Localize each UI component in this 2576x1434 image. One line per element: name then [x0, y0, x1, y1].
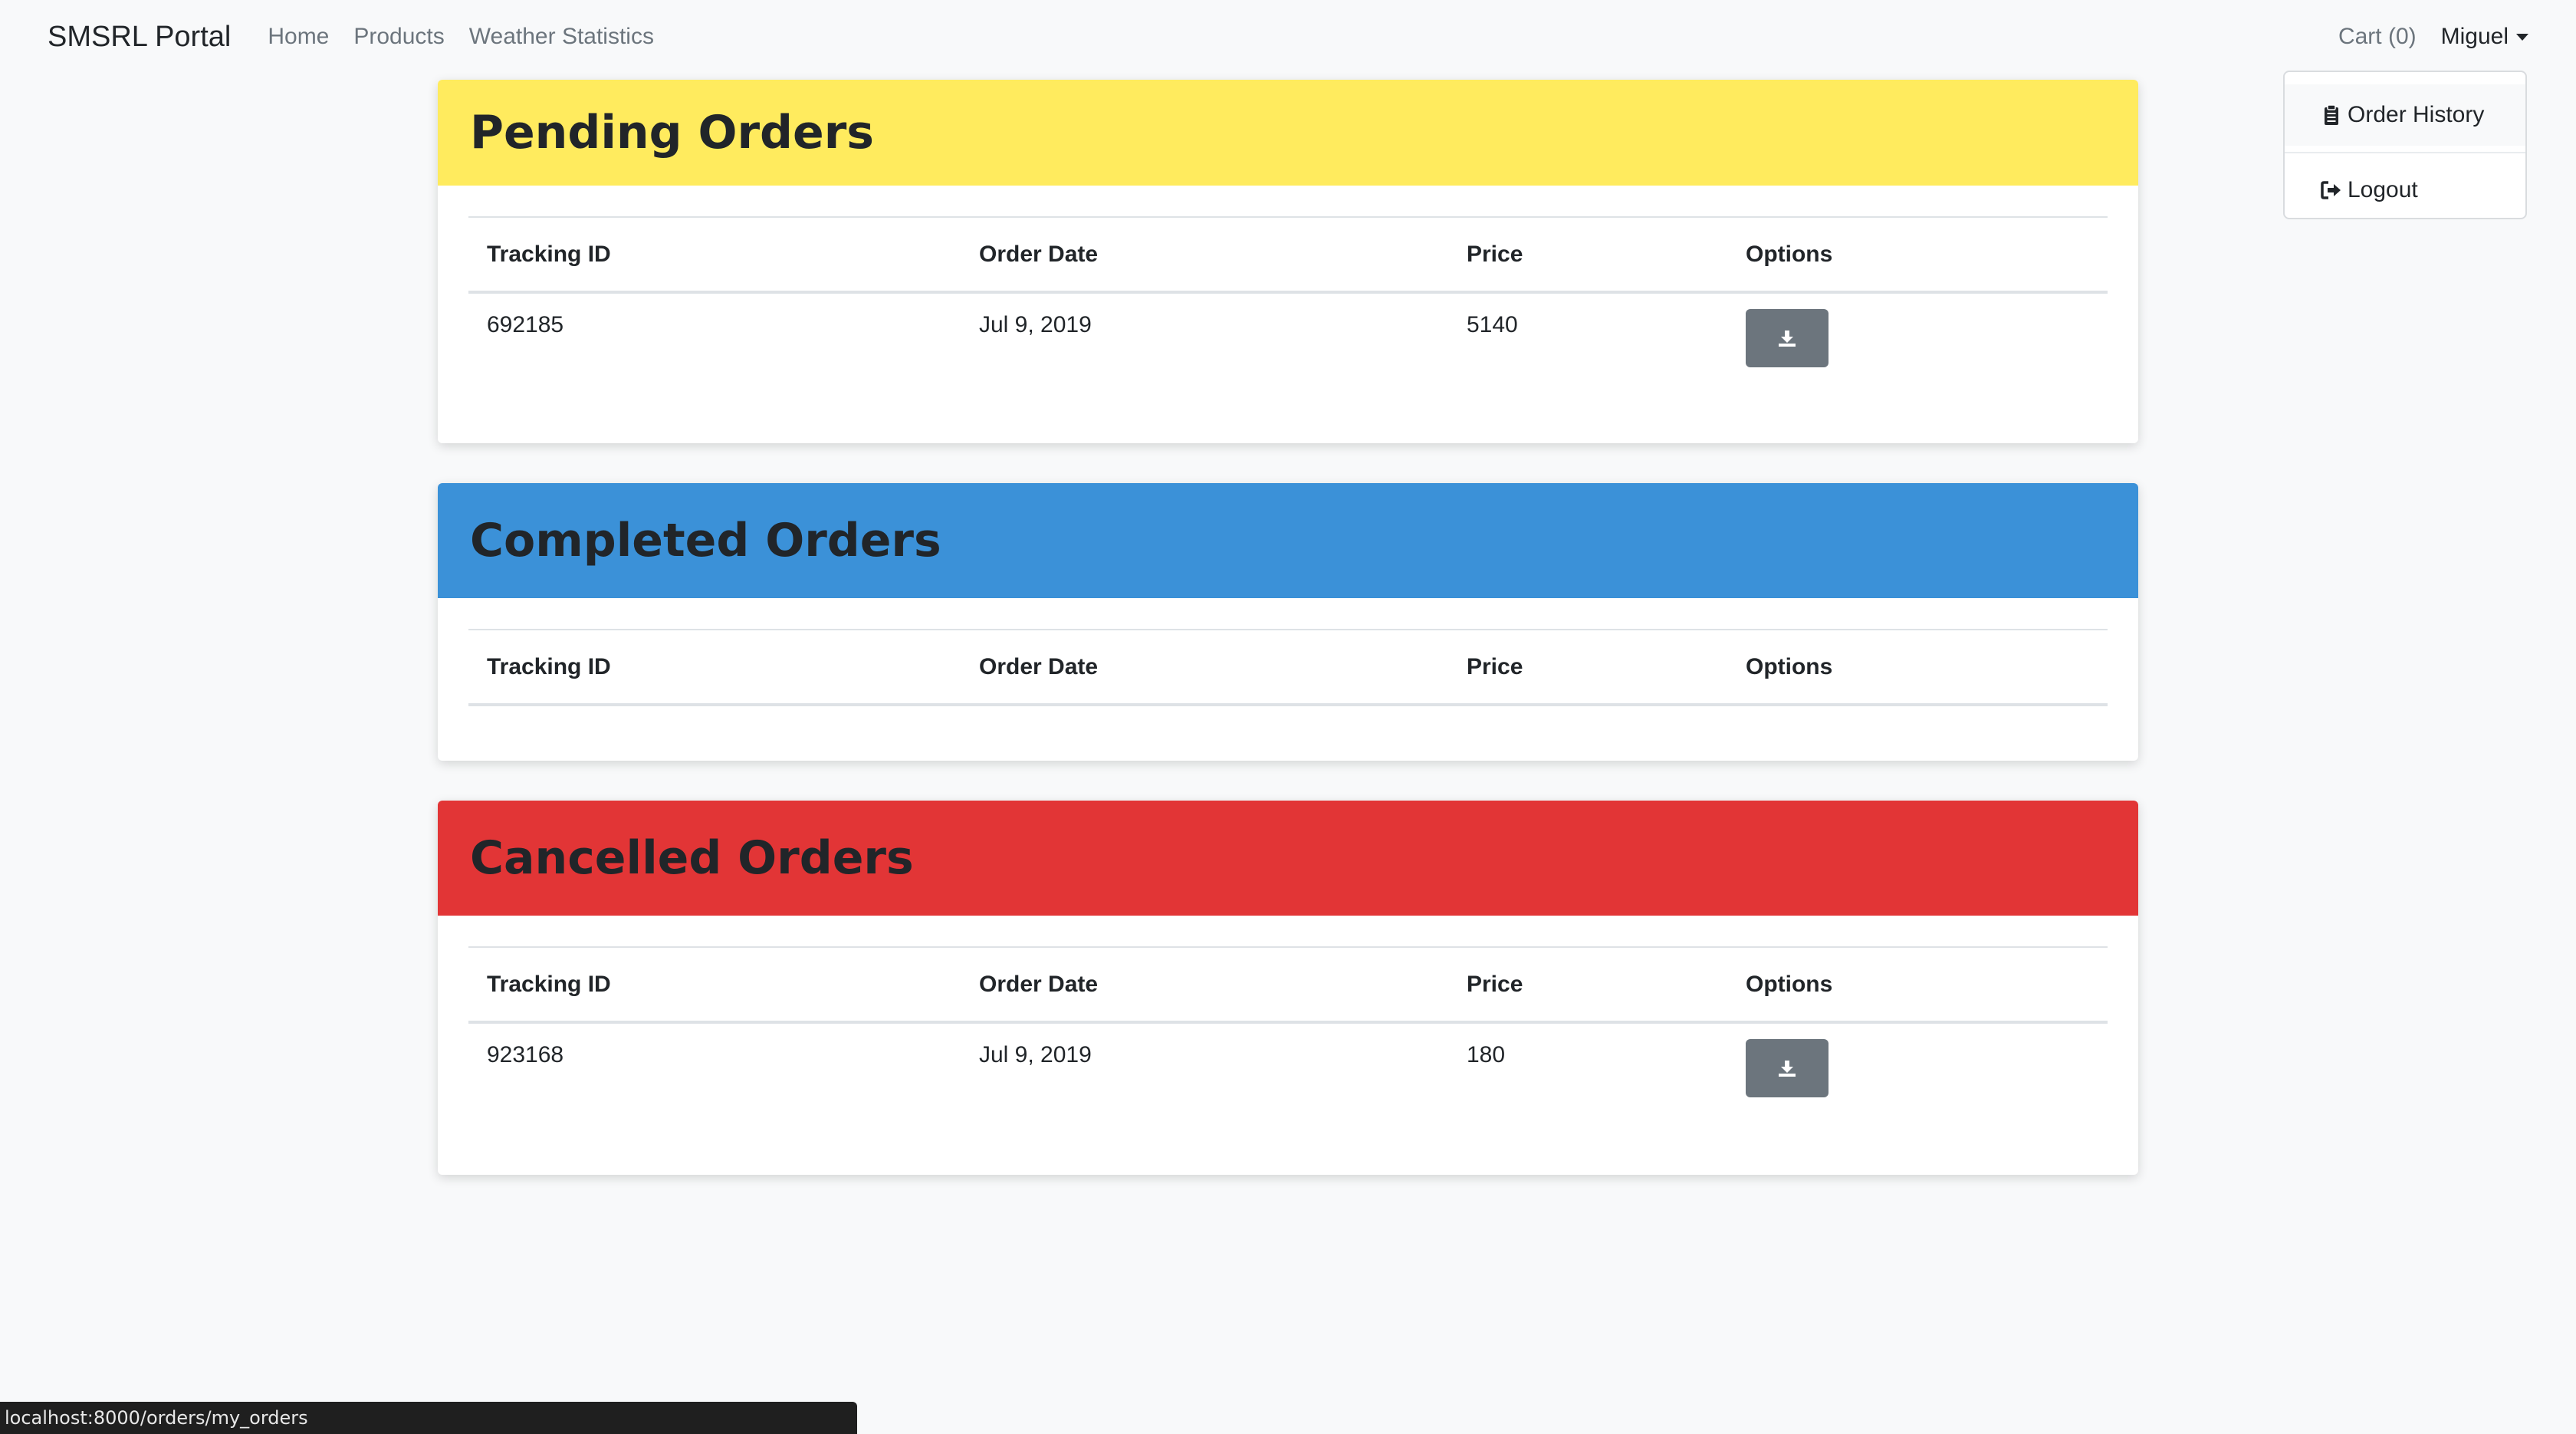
- order-date-cell: Jul 9, 2019: [979, 1042, 1092, 1067]
- column-header: Price: [1448, 216, 1727, 294]
- nav-link-home[interactable]: Home: [268, 24, 329, 50]
- card-body: Tracking ID Order Date Price Options: [438, 598, 2138, 706]
- completed-orders-card: Completed Orders Tracking ID Order Date …: [438, 483, 2138, 761]
- caret-down-icon: [2516, 33, 2528, 41]
- dropdown-item-order-history[interactable]: Order History: [2285, 84, 2525, 146]
- orders-table: Tracking ID Order Date Price Options 923…: [468, 946, 2108, 1097]
- table-row: 692185 Jul 9, 2019 5140: [468, 292, 2108, 367]
- column-header: Order Date: [961, 216, 1448, 294]
- card-header: Completed Orders: [438, 483, 2138, 598]
- clipboard-icon: [2320, 104, 2343, 127]
- column-header: Tracking ID: [468, 629, 961, 706]
- table-header-row: Tracking ID Order Date Price Options: [468, 216, 2108, 294]
- brand-link[interactable]: SMSRL Portal: [48, 21, 231, 54]
- download-button[interactable]: [1746, 309, 1829, 367]
- column-header: Options: [1727, 216, 2108, 294]
- card-body: Tracking ID Order Date Price Options 692…: [438, 186, 2138, 367]
- column-header: Price: [1448, 629, 1727, 706]
- dropdown-item-logout[interactable]: Logout: [2285, 160, 2525, 221]
- tracking-id-cell: 692185: [487, 312, 564, 337]
- table-row: 923168 Jul 9, 2019 180: [468, 1022, 2108, 1097]
- download-icon: [1779, 1061, 1796, 1077]
- table-header-row: Tracking ID Order Date Price Options: [468, 629, 2108, 706]
- column-header: Tracking ID: [468, 216, 961, 294]
- user-name: Miguel: [2440, 24, 2509, 49]
- download-button[interactable]: [1746, 1039, 1829, 1097]
- cart-link[interactable]: Cart (0): [2338, 24, 2417, 50]
- column-header: Tracking ID: [468, 946, 961, 1024]
- status-url: localhost:8000/orders/my_orders: [5, 1407, 308, 1429]
- nav-link-weather-statistics[interactable]: Weather Statistics: [469, 24, 654, 50]
- sign-out-icon: [2320, 179, 2343, 202]
- dropdown-divider: [2285, 152, 2525, 153]
- options-cell: [1727, 1022, 2108, 1097]
- dropdown-item-label: Logout: [2348, 177, 2418, 202]
- column-header: Price: [1448, 946, 1727, 1024]
- navbar: SMSRL Portal Home Products Weather Stati…: [0, 0, 2576, 74]
- pending-orders-card: Pending Orders Tracking ID Order Date Pr…: [438, 80, 2138, 443]
- column-header: Options: [1727, 946, 2108, 1024]
- table-header-row: Tracking ID Order Date Price Options: [468, 946, 2108, 1024]
- options-cell: [1727, 292, 2108, 367]
- card-body: Tracking ID Order Date Price Options 923…: [438, 916, 2138, 1097]
- nav-link-products[interactable]: Products: [353, 24, 444, 50]
- column-header: Order Date: [961, 946, 1448, 1024]
- orders-table: Tracking ID Order Date Price Options: [468, 629, 2108, 706]
- user-menu-toggle[interactable]: Miguel: [2441, 24, 2528, 50]
- browser-status-bar: localhost:8000/orders/my_orders: [0, 1402, 857, 1434]
- card-header: Cancelled Orders: [438, 801, 2138, 916]
- cancelled-orders-card: Cancelled Orders Tracking ID Order Date …: [438, 801, 2138, 1175]
- download-icon: [1779, 331, 1796, 347]
- column-header: Order Date: [961, 629, 1448, 706]
- card-header: Pending Orders: [438, 80, 2138, 186]
- price-cell: 5140: [1467, 312, 1518, 337]
- user-dropdown-menu: Order History Logout: [2283, 71, 2527, 219]
- navbar-right: Cart (0) Miguel: [2338, 0, 2528, 74]
- dropdown-item-label: Order History: [2348, 102, 2485, 127]
- orders-table: Tracking ID Order Date Price Options 692…: [468, 216, 2108, 367]
- column-header: Options: [1727, 629, 2108, 706]
- price-cell: 180: [1467, 1042, 1506, 1067]
- order-date-cell: Jul 9, 2019: [979, 312, 1092, 337]
- tracking-id-cell: 923168: [487, 1042, 564, 1067]
